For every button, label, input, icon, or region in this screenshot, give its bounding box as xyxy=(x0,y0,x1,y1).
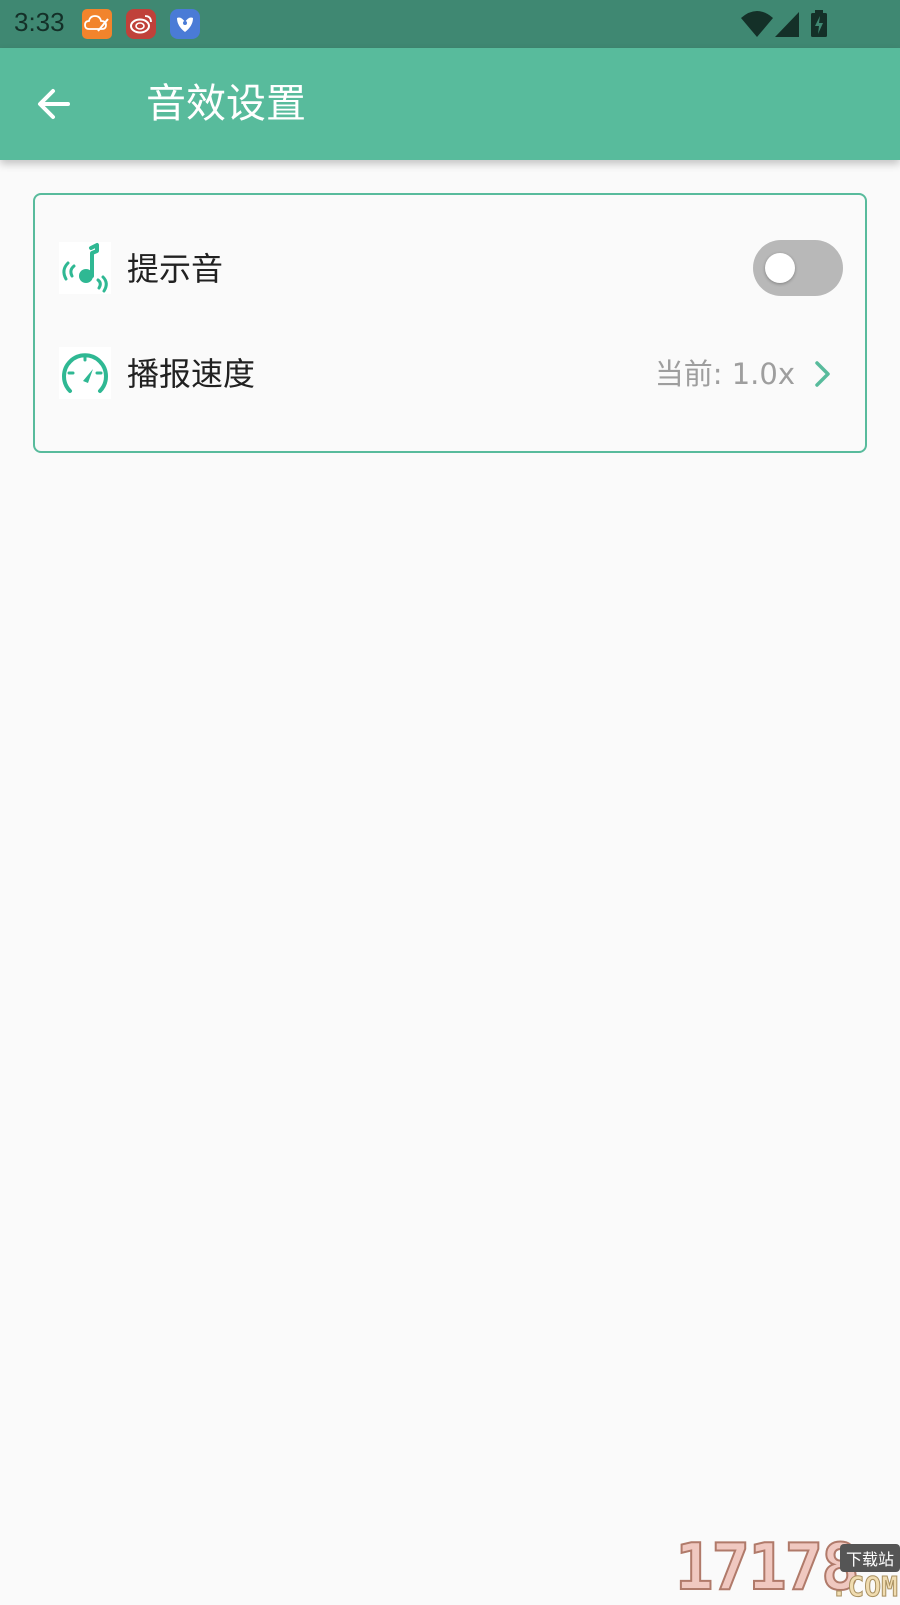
setting-label: 提示音 xyxy=(127,250,224,288)
setting-row-prompt-sound: 提示音 xyxy=(35,225,865,315)
speedometer-icon xyxy=(59,347,111,399)
chevron-right-icon xyxy=(815,361,830,387)
music-note-sound-icon xyxy=(59,242,111,294)
toggle-knob xyxy=(765,253,795,283)
cloud-sign-icon xyxy=(82,9,112,39)
wifi-icon xyxy=(740,10,774,42)
status-time: 3:33 xyxy=(14,7,65,37)
back-button[interactable] xyxy=(26,76,82,132)
app-bar: 音效设置 xyxy=(0,48,900,160)
prompt-sound-toggle[interactable] xyxy=(753,240,843,296)
page-title: 音效设置 xyxy=(146,81,306,127)
signal-icon xyxy=(774,10,800,42)
battery-charging-icon xyxy=(810,10,828,42)
watermark-logo: 17178 下载站 .COM xyxy=(674,1535,900,1604)
watermark-domain: .COM xyxy=(830,1570,898,1604)
watermark-tag: 下载站 xyxy=(839,1544,900,1572)
current-speed-value: 当前: 1.0x xyxy=(654,357,795,391)
arrow-left-icon xyxy=(38,89,70,119)
status-bar: 3:33 xyxy=(0,0,900,48)
setting-label: 播报速度 xyxy=(127,355,256,393)
bird-app-icon xyxy=(170,9,200,39)
weibo-icon xyxy=(126,9,156,39)
setting-row-broadcast-speed[interactable]: 播报速度 当前: 1.0x xyxy=(35,330,865,420)
sound-settings-card: 提示音 播报速度 当前: 1.0x xyxy=(33,193,867,453)
